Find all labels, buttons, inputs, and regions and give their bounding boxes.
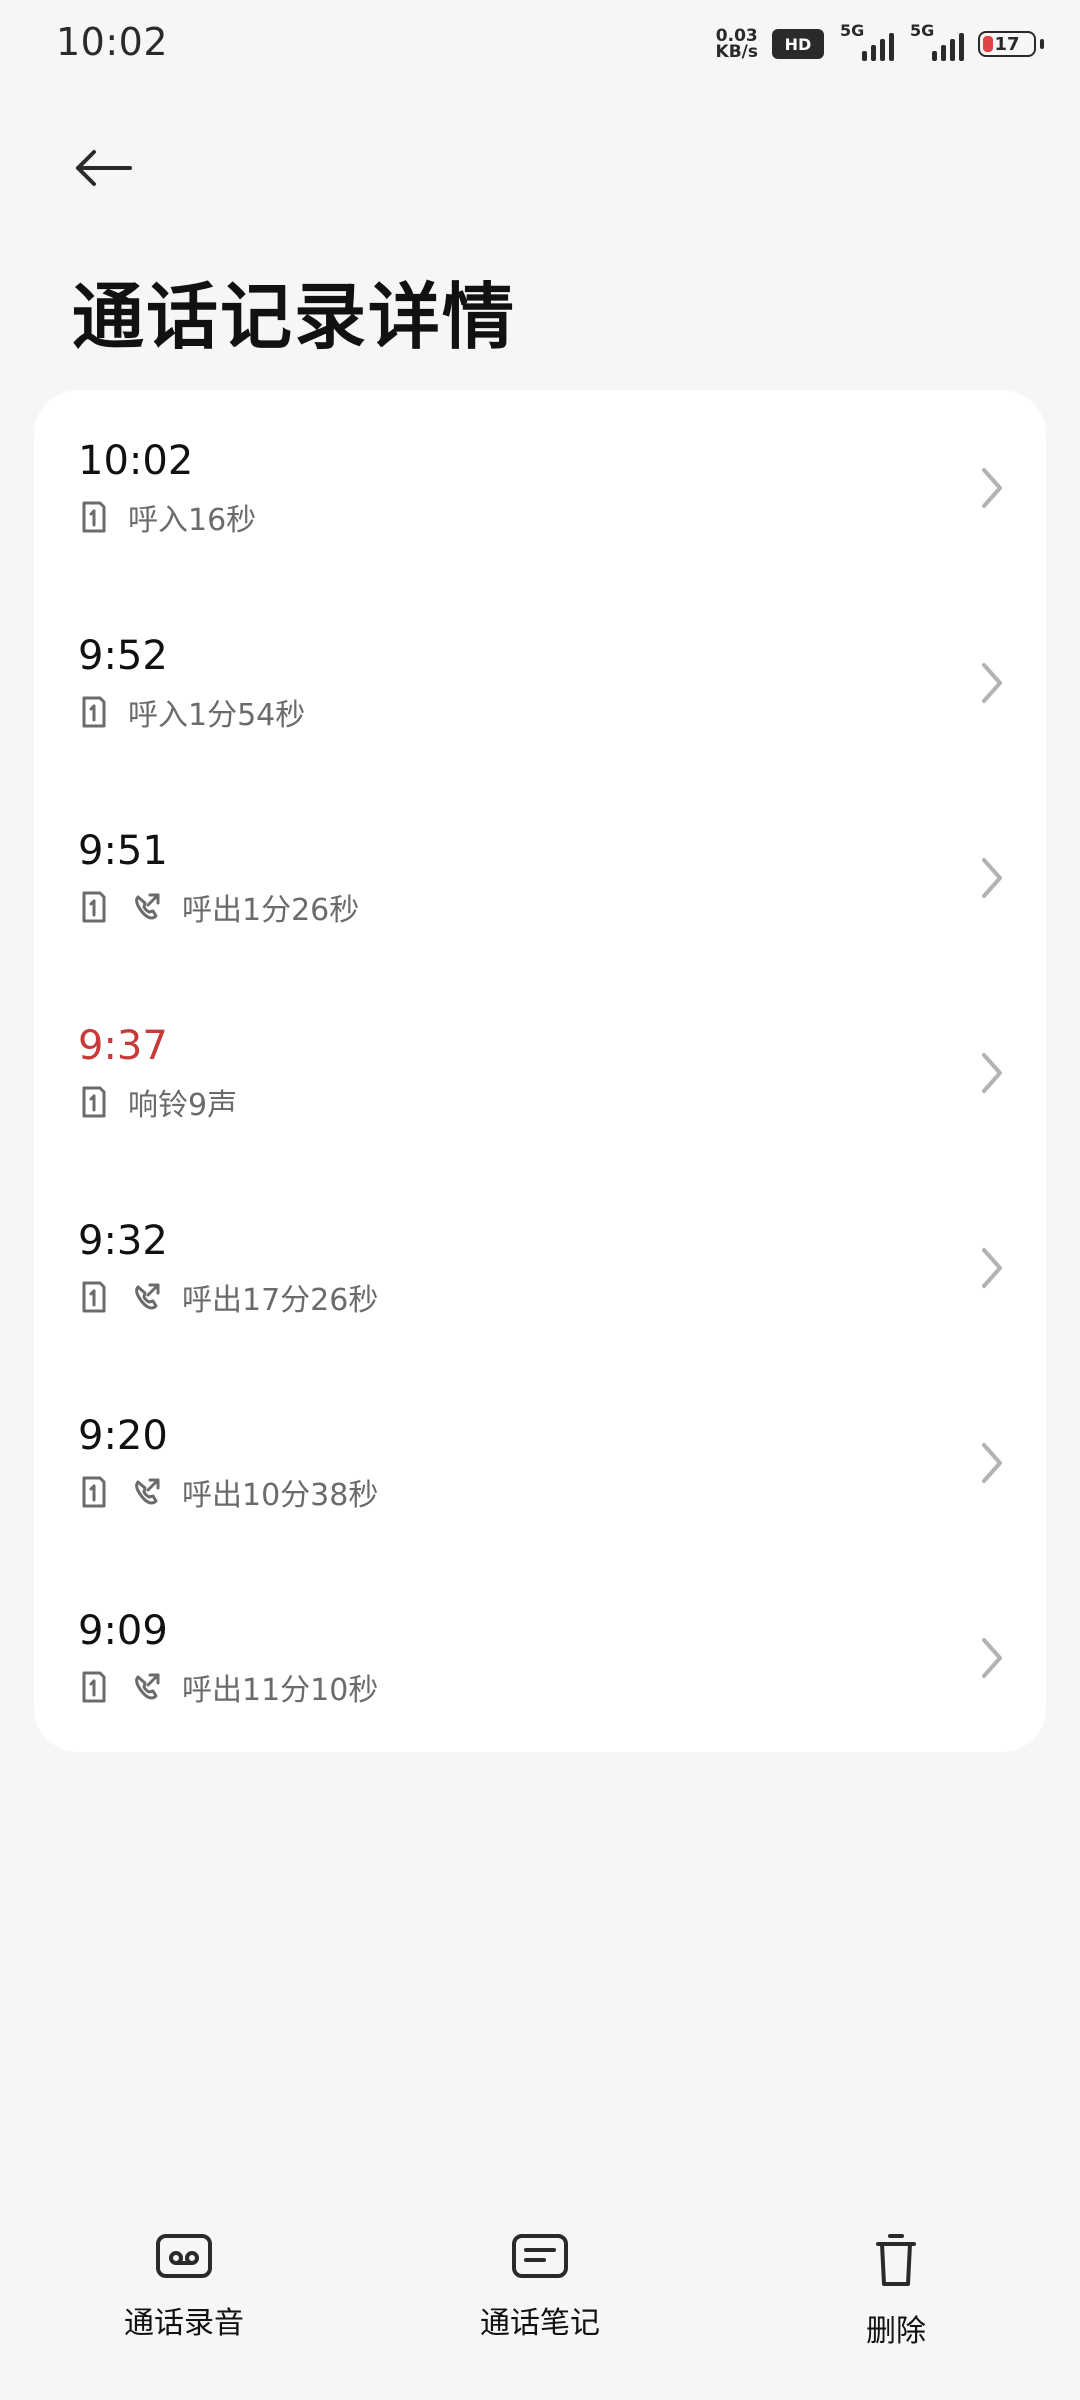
call-recording-label: 通话录音 bbox=[124, 2306, 244, 2341]
call-meta: 呼出1分26秒 bbox=[78, 885, 359, 929]
sim-1-icon bbox=[78, 499, 110, 535]
sim-1-icon bbox=[78, 1474, 110, 1510]
call-log-row-content: 9:09 呼出11分10秒 bbox=[78, 1607, 378, 1709]
call-log-row[interactable]: 9:51 呼出1分26秒 bbox=[34, 780, 1046, 975]
call-log-row[interactable]: 10:02 呼入16秒 bbox=[34, 390, 1046, 585]
chevron-right-icon bbox=[976, 852, 1008, 904]
call-notes-button[interactable]: 通话笔记 bbox=[420, 2230, 660, 2342]
battery-icon: 17 bbox=[978, 31, 1044, 57]
chevron-right-icon bbox=[976, 1242, 1008, 1294]
delete-button[interactable]: 删除 bbox=[776, 2230, 1016, 2350]
call-time: 9:37 bbox=[78, 1022, 168, 1069]
battery-body: 17 bbox=[978, 31, 1036, 57]
status-time: 10:02 bbox=[56, 20, 169, 64]
outgoing-call-icon bbox=[128, 1279, 164, 1315]
status-bar: 10:02 0.03 KB/s HD 5G 5G 17 bbox=[0, 0, 1080, 88]
chevron-right-icon bbox=[976, 1437, 1008, 1489]
call-detail: 呼入1分54秒 bbox=[128, 697, 306, 733]
outgoing-call-icon bbox=[128, 889, 164, 925]
hd-badge-label: HD bbox=[784, 34, 812, 54]
call-meta: 呼入16秒 bbox=[78, 495, 256, 539]
sim-1-icon bbox=[78, 1669, 110, 1705]
call-time: 10:02 bbox=[78, 437, 194, 484]
call-detail: 呼出11分10秒 bbox=[182, 1672, 379, 1708]
call-meta: 呼入1分54秒 bbox=[78, 690, 305, 734]
signal-2-label: 5G bbox=[910, 21, 935, 40]
call-log-row[interactable]: 9:52 呼入1分54秒 bbox=[34, 585, 1046, 780]
call-detail: 响铃9声 bbox=[128, 1087, 238, 1123]
signal-1-label: 5G bbox=[840, 21, 865, 40]
call-detail: 呼入16秒 bbox=[128, 502, 257, 538]
call-log-row[interactable]: 9:20 呼出10分38秒 bbox=[34, 1365, 1046, 1560]
signal-icon-1: 5G bbox=[838, 21, 894, 61]
network-speed: 0.03 KB/s bbox=[715, 28, 758, 62]
cassette-icon bbox=[152, 2230, 216, 2282]
chevron-right-icon bbox=[976, 462, 1008, 514]
battery-level: 17 bbox=[994, 33, 1020, 55]
call-log-row-content: 9:52 呼入1分54秒 bbox=[78, 632, 305, 734]
call-time: 9:51 bbox=[78, 827, 168, 874]
call-detail: 呼出17分26秒 bbox=[182, 1282, 379, 1318]
signal-icon-2: 5G bbox=[908, 21, 964, 61]
chevron-right-icon bbox=[976, 657, 1008, 709]
call-detail: 呼出1分26秒 bbox=[182, 892, 360, 928]
call-meta: 呼出17分26秒 bbox=[78, 1275, 378, 1319]
call-meta: 响铃9声 bbox=[78, 1080, 237, 1124]
call-log-row-content: 9:20 呼出10分38秒 bbox=[78, 1412, 378, 1514]
sim-1-icon bbox=[78, 1084, 110, 1120]
chevron-right-icon bbox=[976, 1047, 1008, 1099]
call-log-list: 10:02 呼入16秒 9:52 呼入1分54秒 9:51 呼出1分26秒 9:… bbox=[34, 390, 1046, 1752]
call-recording-button[interactable]: 通话录音 bbox=[64, 2230, 304, 2342]
call-meta: 呼出11分10秒 bbox=[78, 1665, 378, 1709]
call-log-row-content: 9:51 呼出1分26秒 bbox=[78, 827, 359, 929]
sim-1-icon bbox=[78, 889, 110, 925]
call-meta: 呼出10分38秒 bbox=[78, 1470, 378, 1514]
chevron-right-icon bbox=[976, 1632, 1008, 1684]
call-log-row-content: 10:02 呼入16秒 bbox=[78, 437, 256, 539]
call-log-row[interactable]: 9:09 呼出11分10秒 bbox=[34, 1560, 1046, 1752]
call-log-card: 10:02 呼入16秒 9:52 呼入1分54秒 9:51 呼出1分26秒 9:… bbox=[34, 390, 1046, 1752]
call-time: 9:32 bbox=[78, 1217, 168, 1264]
sim-1-icon bbox=[78, 694, 110, 730]
back-button[interactable] bbox=[70, 130, 160, 210]
call-log-row[interactable]: 9:32 呼出17分26秒 bbox=[34, 1170, 1046, 1365]
trash-icon bbox=[868, 2230, 924, 2290]
page-title: 通话记录详情 bbox=[72, 275, 517, 359]
status-icons: 0.03 KB/s HD 5G 5G 17 bbox=[716, 18, 1044, 70]
call-notes-label: 通话笔记 bbox=[480, 2306, 600, 2341]
call-time: 9:09 bbox=[78, 1607, 168, 1654]
outgoing-call-icon bbox=[128, 1669, 164, 1705]
call-log-row-content: 9:37 响铃9声 bbox=[78, 1022, 237, 1124]
hd-icon: HD bbox=[772, 29, 824, 59]
network-speed-unit: KB/s bbox=[715, 42, 758, 62]
battery-tip bbox=[1040, 39, 1044, 49]
call-log-row-content: 9:32 呼出17分26秒 bbox=[78, 1217, 378, 1319]
call-log-row[interactable]: 9:37 响铃9声 bbox=[34, 975, 1046, 1170]
note-icon bbox=[508, 2230, 572, 2282]
sim-1-icon bbox=[78, 1279, 110, 1315]
call-time: 9:20 bbox=[78, 1412, 168, 1459]
call-time: 9:52 bbox=[78, 632, 168, 679]
delete-label: 删除 bbox=[866, 2314, 926, 2349]
outgoing-call-icon bbox=[128, 1474, 164, 1510]
battery-fill bbox=[983, 36, 993, 52]
call-detail: 呼出10分38秒 bbox=[182, 1477, 379, 1513]
arrow-left-icon bbox=[70, 144, 134, 196]
